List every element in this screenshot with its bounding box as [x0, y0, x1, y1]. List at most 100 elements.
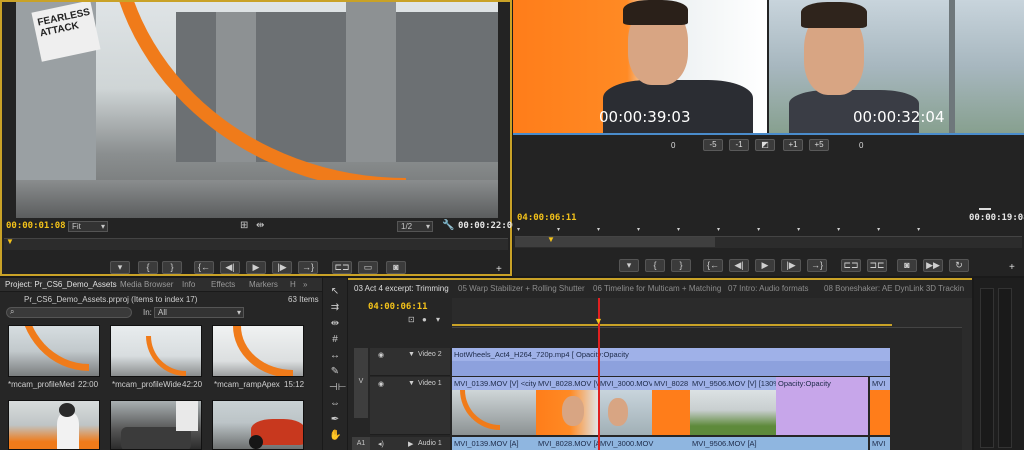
play-button[interactable]: ▶ [246, 261, 266, 274]
track-header-audio1[interactable]: ◂) ▶ Audio 1 [370, 437, 450, 450]
tab-sequence-06[interactable]: 06 Timeline for Multicam + Matching [593, 284, 721, 296]
source-patch-a1[interactable]: A1 [352, 437, 370, 450]
speaker-icon[interactable]: ◂) [378, 440, 384, 448]
clip-audio1[interactable]: MVI_0139.MOV [A] [452, 437, 536, 450]
trim-plus-1-button[interactable]: +1 [783, 139, 803, 151]
track-collapse-icon[interactable]: ▼ [408, 351, 415, 358]
tab-effects[interactable]: Effects [211, 278, 235, 292]
mark-out-button[interactable]: } [671, 259, 691, 272]
vertical-scrollbar[interactable] [962, 298, 972, 450]
clip-fx-label[interactable]: Opacity:Opacity [574, 348, 890, 361]
mark-out-button[interactable]: } [162, 261, 182, 274]
apply-default-transition-button[interactable]: ◩ [755, 139, 775, 151]
playhead-icon[interactable]: ▼ [547, 235, 555, 244]
thumbnail-racer[interactable] [8, 400, 100, 450]
export-frame-button[interactable]: ◙ [897, 259, 917, 272]
tab-sequence-03[interactable]: 03 Act 4 excerpt: Trimming [354, 284, 449, 296]
in-filter-select[interactable]: All ▾ [154, 307, 244, 318]
tab-info[interactable]: Info [182, 278, 195, 292]
panel-menu-icon[interactable]: » [303, 278, 307, 292]
tab-history[interactable]: H [290, 278, 296, 292]
mark-in-button[interactable]: { [138, 261, 158, 274]
playhead-icon[interactable]: ▼ [6, 237, 14, 246]
trim-minus-5-button[interactable]: -5 [703, 139, 723, 151]
overwrite-button[interactable]: ▭ [358, 261, 378, 274]
play-button[interactable]: ▶ [755, 259, 775, 272]
insert-button[interactable]: ⊏⊐ [332, 261, 352, 274]
thumbnail-profile-wide[interactable] [110, 325, 202, 377]
track-collapse-icon[interactable]: ▼ [408, 380, 415, 387]
track-header-video2[interactable]: ◉ ▼ Video 2 [370, 348, 450, 376]
add-button-icon[interactable]: + [496, 264, 502, 275]
go-to-in-button[interactable]: {← [703, 259, 723, 272]
go-to-in-button[interactable]: {← [194, 261, 214, 274]
trim-minus-1-button[interactable]: -1 [729, 139, 749, 151]
pen-tool-icon[interactable]: ✒ [329, 414, 341, 426]
drag-video-icon[interactable]: ⇹ [256, 220, 264, 231]
trim-plus-5-button[interactable]: +5 [809, 139, 829, 151]
clip-video1[interactable]: MVI_0139.MOV [V] <city [452, 377, 536, 390]
eye-icon[interactable]: ◉ [378, 351, 384, 359]
search-input[interactable]: ⌕ [6, 307, 132, 318]
export-frame-button[interactable]: ◙ [386, 261, 406, 274]
step-back-button[interactable]: ◀| [729, 259, 749, 272]
clip-video1[interactable]: MVI_9506.MOV [V] [130%] [690, 377, 776, 390]
work-area-bar[interactable] [452, 324, 892, 326]
thumbnail-car-front[interactable] [212, 400, 304, 450]
go-to-out-button[interactable]: →} [807, 259, 827, 272]
slip-tool-icon[interactable]: ⊣⊢ [329, 382, 346, 394]
wrench-icon[interactable]: 🔧 [442, 220, 454, 231]
tab-project[interactable]: Project: Pr_CS6_Demo_Assets [5, 278, 117, 292]
razor-tool-icon[interactable]: ✎ [329, 366, 341, 378]
clip-opacity[interactable]: Opacity:Opacity [776, 377, 868, 390]
clip-audio1[interactable]: MVI_9506.MOV [A] [690, 437, 868, 450]
step-back-button[interactable]: ◀| [220, 261, 240, 274]
playhead-icon[interactable]: ▼ [594, 316, 603, 326]
step-forward-button[interactable]: |▶ [272, 261, 292, 274]
time-ruler[interactable] [452, 298, 962, 328]
tab-sequence-08[interactable]: 08 Boneshaker: AE DynLink 3D Trackin [824, 284, 964, 296]
extract-button[interactable]: ⊐⊏ [867, 259, 887, 272]
tab-media-browser[interactable]: Media Browser [120, 278, 173, 292]
thumbnail-ramp-apex[interactable] [212, 325, 304, 377]
track-header-video1[interactable]: ◉ ▼ Video 1 [370, 377, 450, 435]
link-icon[interactable]: ● [422, 315, 427, 324]
clip-audio1[interactable]: MVI [870, 437, 890, 450]
step-forward-button[interactable]: |▶ [781, 259, 801, 272]
clip-video1[interactable]: MVI_8028.MOV [V] [536, 377, 598, 390]
clip-video1[interactable]: MVI_3000.MOV [598, 377, 652, 390]
ripple-edit-tool-icon[interactable]: ⇹ [329, 318, 341, 330]
mark-in-button[interactable]: { [645, 259, 665, 272]
clip-audio1[interactable]: MVI_8028.MOV [A] [536, 437, 598, 450]
resolution-select[interactable]: 1/2 ▾ [397, 221, 433, 232]
source-patch-v[interactable]: V [354, 348, 368, 418]
tab-sequence-07[interactable]: 07 Intro: Audio formats [728, 284, 809, 296]
clip-video1[interactable]: MVI [870, 377, 890, 390]
zoom-select[interactable]: Fit ▾ [68, 221, 108, 232]
tab-sequence-05[interactable]: 05 Warp Stabilizer + Rolling Shutter [458, 284, 585, 296]
lift-button[interactable]: ⊏⊐ [841, 259, 861, 272]
slide-tool-icon[interactable]: ⇔ [329, 398, 341, 410]
add-marker-button[interactable]: ▾ [619, 259, 639, 272]
thumbnail-profile-med[interactable] [8, 325, 100, 377]
clip-video2[interactable]: HotWheels_Act4_H264_720p.mp4 [V] [452, 348, 574, 361]
track-select-tool-icon[interactable]: ⇉ [329, 302, 341, 314]
selection-tool-icon[interactable]: ↖ [329, 286, 341, 298]
program-scrub-bar[interactable]: ▼ [515, 235, 1022, 248]
settings-icon[interactable]: ⊞ [240, 220, 248, 231]
track-collapse-icon[interactable]: ▶ [408, 440, 413, 448]
add-marker-button[interactable]: ▾ [110, 261, 130, 274]
clip-video2-body[interactable] [452, 361, 890, 376]
marker-icon[interactable]: ▾ [436, 315, 440, 324]
add-button-icon[interactable]: + [1009, 262, 1015, 273]
tab-markers[interactable]: Markers [249, 278, 278, 292]
loop-button[interactable]: ↻ [949, 259, 969, 272]
clip-video1[interactable]: MVI_8028 [652, 377, 690, 390]
thumbnail-car-rear[interactable] [110, 400, 202, 450]
rolling-edit-tool-icon[interactable]: # [329, 334, 341, 346]
hand-tool-icon[interactable]: ✋ [329, 430, 341, 442]
trim-monitor-button[interactable]: ▶▶ [923, 259, 943, 272]
source-scrub-bar[interactable]: ▼ [4, 237, 508, 250]
rate-stretch-tool-icon[interactable]: ↔ [329, 350, 341, 362]
go-to-out-button[interactable]: →} [298, 261, 318, 274]
